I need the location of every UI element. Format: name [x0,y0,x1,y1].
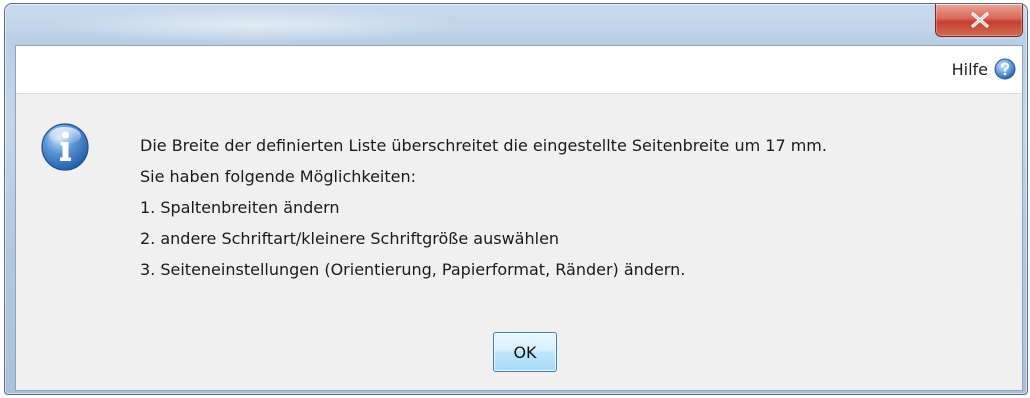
title-bar-glass [45,8,465,42]
close-button[interactable] [935,4,1023,37]
message-text: Die Breite der definierten Liste übersch… [140,130,1016,285]
message-line: 3. Seiteneinstellungen (Orientierung, Pa… [140,260,686,279]
help-label: Hilfe [951,59,988,79]
message-line: 1. Spaltenbreiten ändern [140,198,340,217]
close-icon [971,12,989,28]
help-bar: Hilfe [16,46,1022,94]
info-icon [41,123,89,171]
dialog-window: Hilfe Die Breite der definierten Liste ü… [4,3,1028,395]
message-line: 2. andere Schriftart/kleinere Schriftgrö… [140,229,560,248]
ok-button[interactable]: OK [493,332,557,372]
dialog-client-area: Hilfe Die Breite der definierten Liste ü… [15,45,1023,391]
message-line: Die Breite der definierten Liste übersch… [140,136,827,155]
message-line: Sie haben folgende Möglichkeiten: [140,167,417,186]
help-question-icon [994,58,1016,80]
help-link[interactable]: Hilfe [952,56,1016,82]
